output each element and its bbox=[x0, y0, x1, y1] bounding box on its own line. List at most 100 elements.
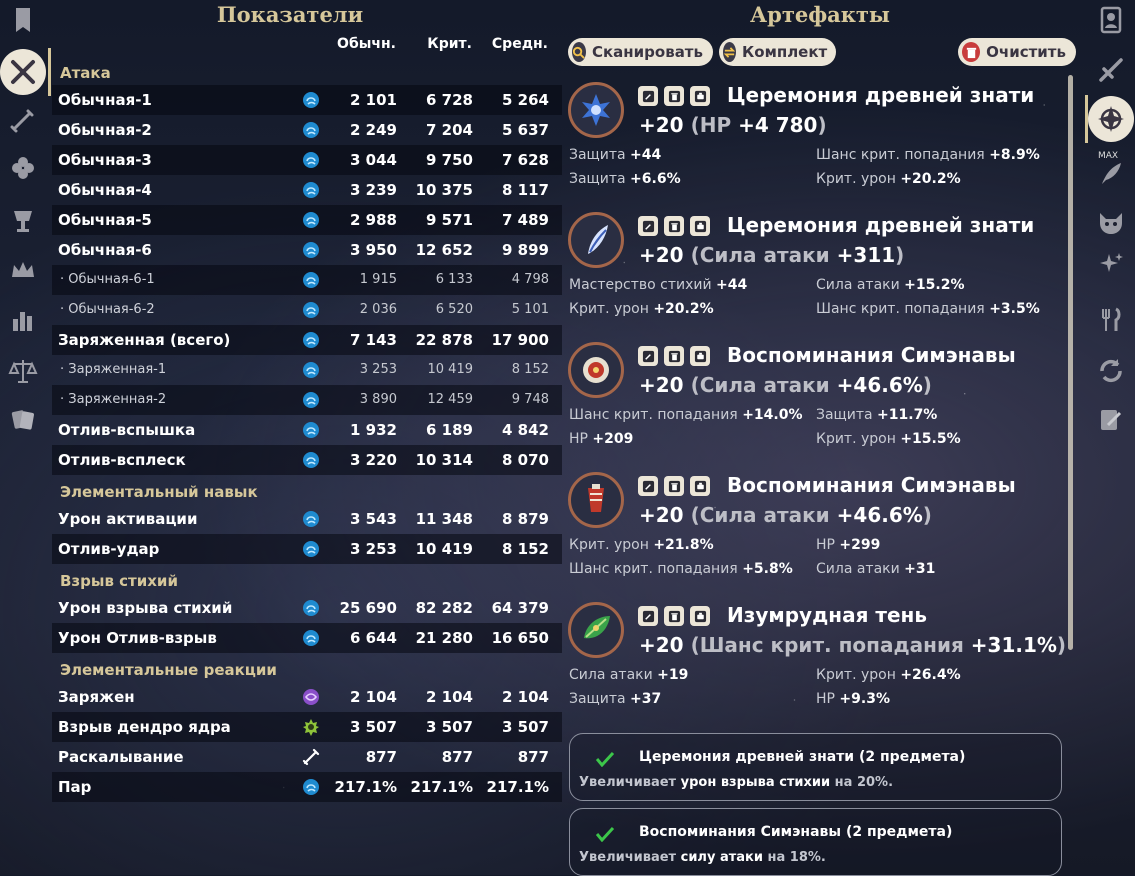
scan-button[interactable]: Сканировать bbox=[568, 38, 713, 66]
stat-avg-value: 4 842 bbox=[502, 421, 549, 439]
artifact-card[interactable]: Изумрудная тень +20 (Шанс крит. попадания… bbox=[568, 602, 1066, 727]
stat-avg-value: 9 899 bbox=[502, 241, 549, 259]
main-stat-value: +311 bbox=[836, 243, 896, 267]
stat-crit-value: 10 419 bbox=[415, 540, 473, 558]
flower-artifact-icon bbox=[568, 82, 624, 138]
sparkles-icon[interactable] bbox=[1093, 246, 1129, 282]
stat-label: · Заряженная-2 bbox=[60, 392, 167, 407]
clear-button[interactable]: Очистить bbox=[958, 38, 1076, 66]
stat-normal-value: 3 950 bbox=[350, 241, 397, 259]
hydro-icon bbox=[302, 121, 320, 139]
artifact-level: +20 bbox=[639, 243, 691, 267]
edit-icon[interactable] bbox=[638, 346, 658, 366]
artifact-actions bbox=[638, 216, 710, 236]
stat-avg-value: 5 637 bbox=[502, 121, 549, 139]
stat-avg-value: 9 748 bbox=[511, 392, 549, 407]
trash-icon bbox=[962, 42, 981, 62]
stat-row: Пар 217.1% 217.1% 217.1% bbox=[52, 772, 562, 802]
set-button[interactable]: Комплект bbox=[719, 38, 836, 66]
stat-normal-value: 6 644 bbox=[350, 629, 397, 647]
main-stat-name: (Сила атаки bbox=[690, 373, 837, 397]
stat-crit-value: 10 375 bbox=[415, 181, 473, 199]
scrollbar[interactable] bbox=[1068, 75, 1073, 650]
artifact-card[interactable]: Воспоминания Симэнавы +20 (Сила атаки +46… bbox=[568, 472, 1058, 597]
hydro-icon bbox=[302, 629, 320, 647]
delete-icon[interactable] bbox=[664, 606, 684, 626]
goblet-icon[interactable] bbox=[5, 203, 41, 239]
left-sidebar bbox=[0, 0, 46, 875]
stat-label: Отлив-всплеск bbox=[58, 451, 186, 469]
sub-stat: Защита +37 bbox=[569, 691, 662, 707]
compass-star-icon[interactable] bbox=[1088, 96, 1134, 142]
balance-scale-icon[interactable] bbox=[5, 353, 41, 389]
sub-stat: Сила атаки +15.2% bbox=[816, 277, 965, 293]
delete-icon[interactable] bbox=[664, 476, 684, 496]
sword-icon[interactable] bbox=[5, 102, 41, 138]
equip-icon[interactable] bbox=[690, 86, 710, 106]
flower-icon[interactable] bbox=[5, 150, 41, 186]
equip-icon[interactable] bbox=[690, 476, 710, 496]
edit-icon[interactable] bbox=[638, 476, 658, 496]
delete-icon[interactable] bbox=[664, 216, 684, 236]
stat-row: · Заряженная-1 3 253 10 419 8 152 bbox=[52, 355, 562, 385]
notes-icon[interactable] bbox=[1093, 402, 1129, 438]
stat-label: · Обычная-6-1 bbox=[60, 272, 155, 287]
main-stat-name: (Сила атаки bbox=[690, 503, 837, 527]
hydro-icon bbox=[302, 91, 320, 109]
hydro-icon bbox=[302, 599, 320, 617]
artifact-main-stat: +20 (Сила атаки +46.6%) bbox=[639, 373, 932, 397]
equip-icon[interactable] bbox=[690, 216, 710, 236]
fork-knife-icon[interactable] bbox=[1093, 302, 1129, 338]
delete-icon[interactable] bbox=[664, 346, 684, 366]
stat-label: Обычная-3 bbox=[58, 151, 152, 169]
stat-crit-value: 877 bbox=[441, 748, 473, 766]
hydro-icon bbox=[302, 451, 320, 469]
feather-icon[interactable] bbox=[1093, 155, 1129, 191]
edit-icon[interactable] bbox=[638, 606, 658, 626]
artifacts-title: Артефакты bbox=[750, 2, 890, 27]
hydro-icon bbox=[302, 271, 320, 289]
refresh-icon[interactable] bbox=[1093, 353, 1129, 389]
bookmark-icon[interactable] bbox=[5, 2, 41, 38]
equip-icon[interactable] bbox=[690, 606, 710, 626]
character-card-icon[interactable] bbox=[1093, 2, 1129, 38]
edit-icon[interactable] bbox=[638, 216, 658, 236]
bar-chart-icon[interactable] bbox=[5, 302, 41, 338]
clear-button-label: Очистить bbox=[986, 43, 1066, 61]
artifact-level: +20 bbox=[639, 503, 691, 527]
stat-label: Отлив-вспышка bbox=[58, 421, 196, 439]
stat-label: Отлив-удар bbox=[58, 540, 160, 558]
edit-icon[interactable] bbox=[638, 86, 658, 106]
stat-avg-value: 7 489 bbox=[502, 211, 549, 229]
stat-label: Пар bbox=[58, 778, 92, 796]
stat-label: Обычная-6 bbox=[58, 241, 152, 259]
stat-row: · Заряженная-2 3 890 12 459 9 748 bbox=[52, 385, 562, 415]
artifact-card[interactable]: Церемония древней знати +20 (HP +4 780) За… bbox=[568, 82, 1058, 207]
crossed-swords-icon[interactable] bbox=[0, 49, 46, 95]
sub-stat: Шанс крит. попадания +8.9% bbox=[816, 147, 1040, 163]
stat-normal-value: 3 044 bbox=[350, 151, 397, 169]
stat-label: Раскалывание bbox=[58, 748, 184, 766]
artifact-card[interactable]: Церемония древней знати +20 (Сила атаки +… bbox=[568, 212, 1058, 337]
equip-icon[interactable] bbox=[690, 346, 710, 366]
stat-normal-value: 2 988 bbox=[350, 211, 397, 229]
artifact-card[interactable]: Воспоминания Симэнавы +20 (Сила атаки +46… bbox=[568, 342, 1058, 467]
stat-crit-value: 9 750 bbox=[426, 151, 473, 169]
set-bonus-description: Увеличивает урон взрыва стихии на 20%. bbox=[579, 775, 894, 790]
hydro-icon bbox=[302, 241, 320, 259]
delete-icon[interactable] bbox=[664, 86, 684, 106]
stat-label: Заряжен bbox=[58, 688, 135, 706]
weapon-icon[interactable] bbox=[1093, 52, 1129, 88]
stat-normal-value: 2 104 bbox=[350, 688, 397, 706]
hydro-icon bbox=[302, 361, 320, 379]
sub-stat: Мастерство стихий +44 bbox=[569, 277, 748, 293]
stat-crit-value: 22 878 bbox=[415, 331, 473, 349]
section-title: Элементальные реакции bbox=[60, 661, 277, 679]
demon-mask-icon[interactable] bbox=[1093, 205, 1129, 241]
crown-icon[interactable] bbox=[5, 252, 41, 288]
cards-icon[interactable] bbox=[5, 402, 41, 438]
stat-avg-value: 8 152 bbox=[502, 540, 549, 558]
stat-avg-value: 16 650 bbox=[491, 629, 549, 647]
section-title: Взрыв стихий bbox=[60, 572, 178, 590]
stat-crit-value: 10 314 bbox=[415, 451, 473, 469]
